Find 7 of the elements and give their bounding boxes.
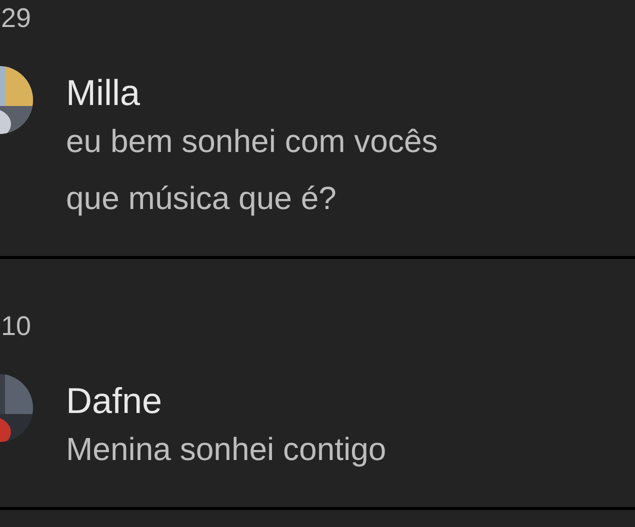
comment-text: eu bem sonhei com vocês bbox=[66, 122, 438, 161]
count-label: 29 bbox=[1, 4, 32, 32]
author-name: Dafne bbox=[66, 381, 164, 421]
comment-text: Menina sonhei contigo bbox=[66, 430, 386, 469]
author-name: Milla bbox=[66, 73, 142, 113]
count-label: 10 bbox=[1, 312, 32, 340]
comment-text: que música que é? bbox=[66, 179, 338, 218]
